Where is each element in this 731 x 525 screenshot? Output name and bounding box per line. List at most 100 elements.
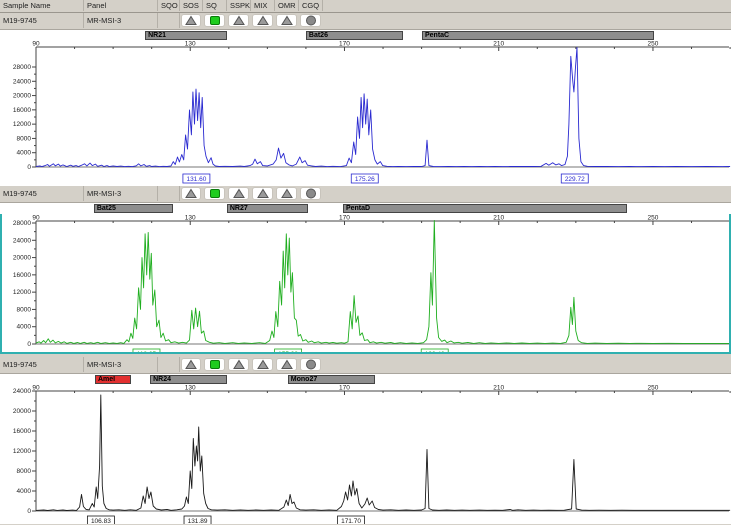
sample-name-cell: M19-9745	[0, 13, 84, 28]
sample-row[interactable]: M19-9745MR-MSI-3	[0, 13, 731, 30]
peak-size-label: 131.89	[188, 518, 208, 524]
sample-trace-panel[interactable]: M19-9745MR-MSI-3AmelNR24Mono279013017021…	[0, 357, 731, 524]
header-sspk: SSPK	[227, 0, 251, 11]
y-axis-tick-label: 0	[27, 164, 31, 171]
sq-flag-button[interactable]	[204, 358, 225, 371]
x-axis-tick-label: 210	[493, 385, 504, 392]
peak-size-label: 131.60	[186, 176, 206, 183]
x-axis-tick-label: 170	[339, 215, 350, 222]
header-sq: SQ	[203, 0, 227, 11]
y-axis-tick-label: 28000	[13, 64, 31, 71]
y-axis-tick-label: 24000	[13, 78, 31, 85]
y-axis-tick-label: 20000	[13, 408, 31, 415]
triangle-icon	[257, 188, 269, 199]
triangle-icon	[185, 15, 197, 26]
marker-range-bar: NR24	[150, 375, 227, 384]
triangle-icon	[281, 15, 293, 26]
peak-size-label: 175.26	[355, 176, 375, 183]
header-mix: MIX	[251, 0, 275, 11]
sample-row[interactable]: M19-9745MR-MSI-3	[0, 186, 731, 203]
x-axis-tick-label: 250	[648, 215, 659, 222]
triangle-icon	[257, 359, 269, 370]
sos-flag-button[interactable]	[181, 14, 201, 27]
sos-flag-button[interactable]	[181, 358, 201, 371]
marker-bar-row: Amel NR24 Mono27	[0, 374, 731, 385]
sq-flag-button[interactable]	[204, 14, 225, 27]
y-axis-tick-label: 12000	[13, 121, 31, 128]
peak-size-label: 118.65	[137, 351, 157, 354]
circle-icon	[305, 188, 317, 199]
mix-flag-button[interactable]	[252, 358, 273, 371]
y-axis-tick-label: 20000	[13, 93, 31, 100]
cgq-flag-button[interactable]	[300, 187, 321, 200]
sspk-flag-button[interactable]	[228, 14, 249, 27]
sample-trace-panel[interactable]: M19-9745MR-MSI-3Bat25NR27PentaD901301702…	[0, 186, 731, 354]
x-axis-tick-label: 250	[648, 41, 659, 48]
x-axis-tick-label: 170	[339, 385, 350, 392]
x-axis-tick-label: 210	[493, 215, 504, 222]
green-square-icon	[209, 188, 221, 199]
y-axis-tick-label: 24000	[13, 388, 31, 395]
peak-size-label: 155.38	[278, 351, 298, 354]
y-axis-tick-label: 0	[27, 341, 31, 348]
y-axis-tick-label: 8000	[17, 135, 32, 142]
cgq-flag-button[interactable]	[300, 358, 321, 371]
y-axis-tick-label: 4000	[17, 150, 32, 157]
column-header-row: Sample Name Panel SQO SOS SQ SSPK MIX OM…	[0, 0, 731, 13]
y-axis-tick-label: 12000	[13, 448, 31, 455]
omr-flag-button[interactable]	[276, 358, 297, 371]
circle-icon	[305, 359, 317, 370]
omr-flag-button[interactable]	[276, 14, 297, 27]
sspk-flag-button[interactable]	[228, 187, 249, 200]
sqo-empty-cell	[158, 13, 180, 28]
peak-size-label: 106.83	[91, 518, 111, 524]
header-cgq: CGQ	[299, 0, 323, 11]
peak-size-label: 193.40	[425, 351, 445, 354]
sample-row[interactable]: M19-9745MR-MSI-3	[0, 357, 731, 374]
electropherogram-plot[interactable]: 9013017021025004000800012000160002000024…	[0, 41, 731, 187]
marker-range-bar: Amel	[95, 375, 131, 384]
triangle-icon	[233, 359, 245, 370]
green-square-icon	[209, 15, 221, 26]
mix-flag-button[interactable]	[252, 14, 273, 27]
peak-size-label: 229.72	[565, 176, 585, 183]
x-axis-tick-label: 90	[32, 41, 40, 48]
x-axis-tick-label: 130	[185, 215, 196, 222]
y-axis-tick-label: 8000	[17, 468, 32, 475]
genotyping-analysis-window: Sample Name Panel SQO SOS SQ SSPK MIX OM…	[0, 0, 731, 525]
sq-flag-button[interactable]	[204, 187, 225, 200]
electropherogram-plot[interactable]: 9013017021025004000800012000160002000024…	[0, 214, 731, 354]
sspk-flag-button[interactable]	[228, 358, 249, 371]
cgq-flag-button[interactable]	[300, 14, 321, 27]
triangle-icon	[281, 188, 293, 199]
panel-name-cell: MR-MSI-3	[84, 186, 158, 201]
y-axis-tick-label: 16000	[13, 107, 31, 114]
header-sos: SOS	[180, 0, 203, 11]
green-square-icon	[209, 359, 221, 370]
sample-trace-panel[interactable]: M19-9745MR-MSI-3NR21Bat26PentaC901301702…	[0, 13, 731, 187]
y-axis-tick-label: 0	[27, 508, 31, 515]
marker-range-bar: PentaD	[343, 204, 627, 213]
panel-name-cell: MR-MSI-3	[84, 13, 158, 28]
y-axis-tick-label: 4000	[17, 488, 32, 495]
sample-name-cell: M19-9745	[0, 186, 84, 201]
marker-range-bar: Mono27	[288, 375, 375, 384]
y-axis-tick-label: 16000	[13, 272, 31, 279]
y-axis-tick-label: 24000	[13, 237, 31, 244]
sqo-empty-cell	[158, 186, 180, 201]
sqo-empty-cell	[158, 357, 180, 372]
header-sample-name: Sample Name	[0, 0, 84, 11]
mix-flag-button[interactable]	[252, 187, 273, 200]
triangle-icon	[257, 15, 269, 26]
peak-size-label: 171.70	[341, 518, 361, 524]
y-axis-tick-label: 12000	[13, 289, 31, 296]
x-axis-tick-label: 130	[185, 385, 196, 392]
omr-flag-button[interactable]	[276, 187, 297, 200]
x-axis-tick-label: 90	[32, 215, 40, 222]
electropherogram-plot[interactable]: 9013017021025004000800012000160002000024…	[0, 385, 731, 524]
sos-flag-button[interactable]	[181, 187, 201, 200]
header-sqo: SQO	[158, 0, 180, 11]
y-axis-tick-label: 4000	[17, 324, 32, 331]
marker-range-bar: PentaC	[422, 31, 654, 40]
marker-range-bar: NR27	[227, 204, 308, 213]
